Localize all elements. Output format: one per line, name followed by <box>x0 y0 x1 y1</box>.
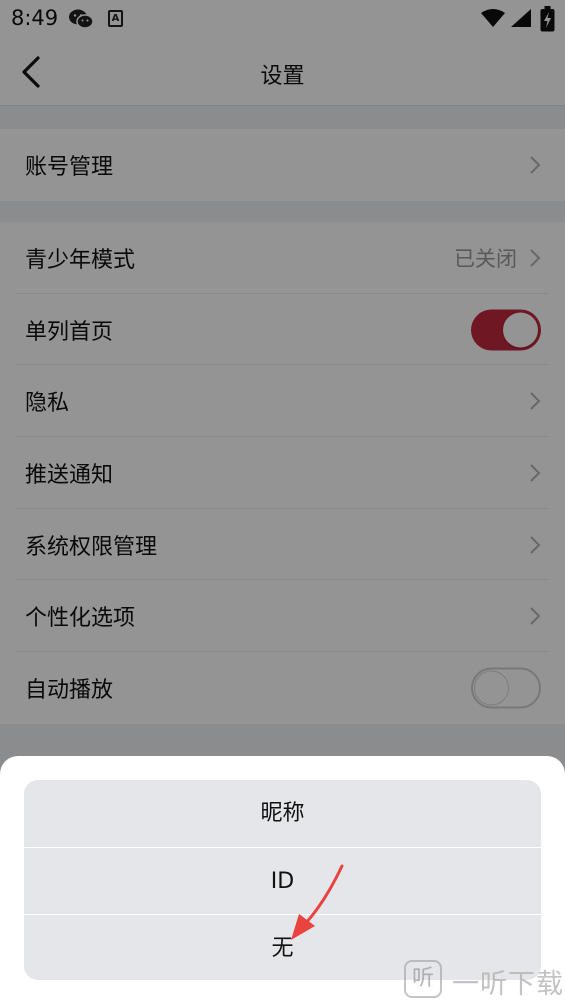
annotation-arrow-icon <box>291 864 344 940</box>
watermark-text: 一听下载 <box>452 969 564 1000</box>
watermark: 听 一听下载 <box>404 958 564 1002</box>
watermark-logo-icon: 听 <box>404 960 442 998</box>
action-sheet-options: 昵称 ID 无 <box>24 780 541 980</box>
option-nickname[interactable]: 昵称 <box>24 780 541 847</box>
option-id[interactable]: ID <box>24 847 541 914</box>
